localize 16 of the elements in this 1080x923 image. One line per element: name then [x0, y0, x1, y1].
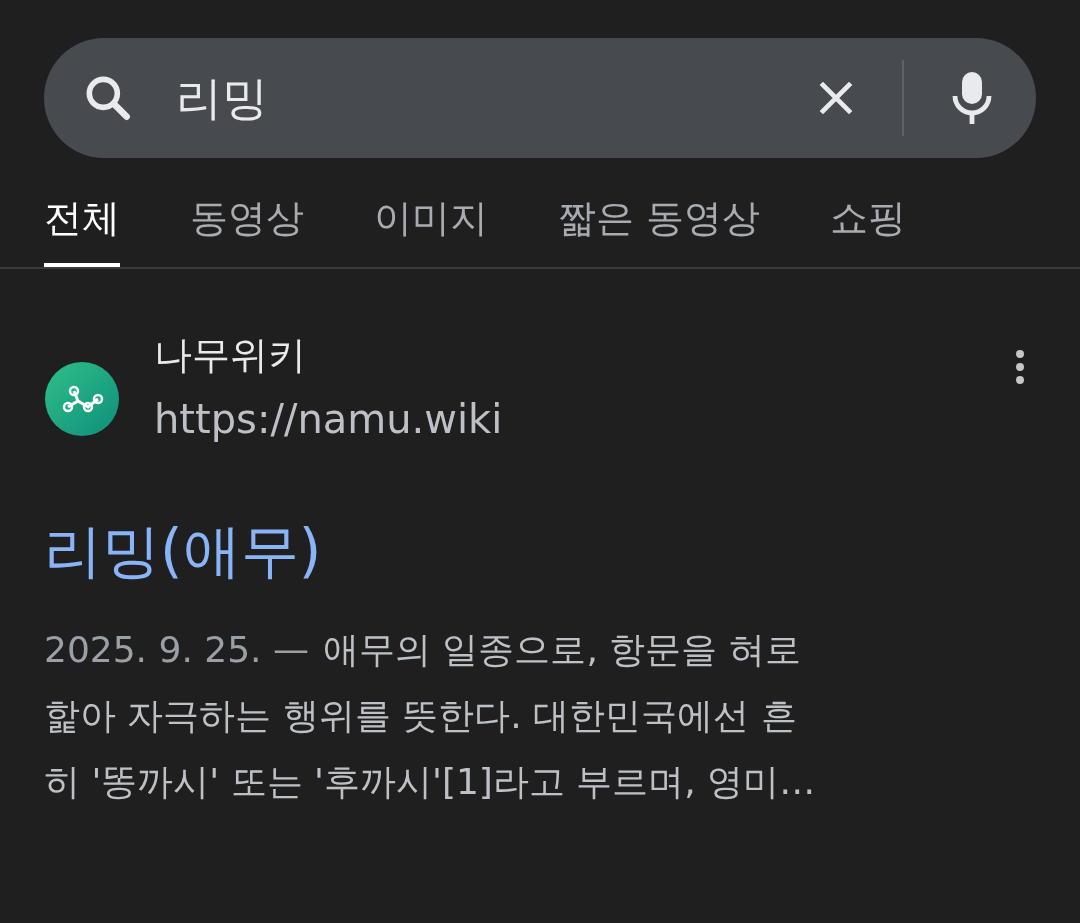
tab[interactable]: 쇼핑 — [830, 190, 907, 267]
tab[interactable]: 이미지 — [374, 190, 488, 267]
snippet-line: 핥아 자극하는 행위를 뜻한다. 대한민국에선 흔 — [44, 694, 797, 738]
search-query[interactable]: 리밍 — [176, 63, 814, 133]
tab[interactable]: 전체 — [44, 190, 120, 267]
tab[interactable]: 동영상 — [190, 190, 304, 267]
tab[interactable]: 짧은 동영상 — [558, 190, 761, 267]
more-options-icon[interactable] — [1014, 349, 1026, 385]
site-logo-icon — [44, 361, 120, 437]
result-date: 2025. 9. 25. — — [44, 628, 309, 672]
result-title-link[interactable]: 리밍(애무) — [44, 511, 322, 591]
search-bar[interactable]: 리밍 — [44, 38, 1036, 158]
site-url: https://namu.wiki — [154, 395, 504, 444]
snippet-line: 히 '똥까시' 또는 '후까시'[1]라고 부르며, 영미… — [44, 760, 816, 804]
snippet-line: 애무의 일종으로, 항문을 혀로 — [323, 628, 801, 672]
site-name: 나무위키 — [154, 332, 307, 379]
